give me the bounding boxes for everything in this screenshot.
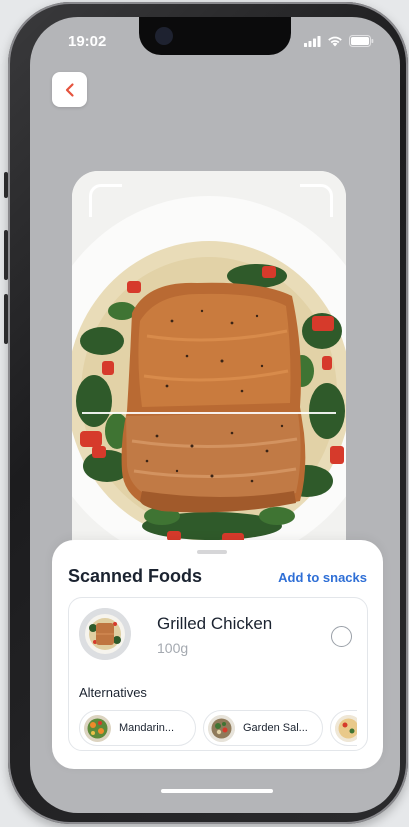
scan-frame-corner-top-left [89, 184, 122, 217]
mandarin-salad-image [84, 714, 111, 742]
screenshot-stage: 19:02 Scanned Foods Add to snacks Grille… [0, 0, 409, 827]
food-thumbnail-image [79, 608, 131, 660]
alternative-food-image [335, 714, 357, 742]
alternative-chip-garden-salad[interactable]: Garden Sal... [203, 710, 323, 746]
back-button[interactable] [52, 72, 87, 107]
scanned-food-card[interactable]: Grilled Chicken 100g Alternatives Mandar… [68, 597, 368, 751]
sheet-title: Scanned Foods [68, 566, 203, 586]
food-photo [72, 171, 346, 571]
alternative-thumbnail [208, 714, 235, 742]
alternative-label: Mandarin... [119, 722, 175, 734]
cellular-signal-icon [304, 35, 321, 47]
alternative-chip-partial[interactable] [330, 710, 357, 746]
alternatives-list: Mandarin... Garden Sal... [79, 710, 357, 748]
mute-switch [4, 172, 8, 198]
food-select-radio[interactable] [331, 626, 352, 647]
alternative-chip-mandarin[interactable]: Mandarin... [79, 710, 196, 746]
salmon-dish-image [72, 171, 346, 571]
alternative-thumbnail [335, 714, 357, 742]
wifi-icon [328, 36, 342, 47]
scan-line [82, 412, 336, 414]
scan-frame-corner-top-right [300, 184, 333, 217]
sheet-drag-handle[interactable] [197, 550, 227, 554]
add-to-snacks-button[interactable]: Add to snacks [278, 570, 367, 585]
alternative-label: Garden Sal... [243, 722, 308, 734]
status-icons [304, 35, 374, 47]
chevron-left-icon [65, 82, 74, 97]
front-camera [155, 27, 173, 45]
alternative-thumbnail [84, 714, 111, 742]
food-name: Grilled Chicken [157, 614, 273, 633]
phone-frame: 19:02 Scanned Foods Add to snacks Grille… [4, 2, 408, 824]
alternatives-label: Alternatives [79, 685, 147, 700]
scanned-foods-sheet: Scanned Foods Add to snacks Grilled Chic… [52, 540, 383, 769]
food-thumbnail [79, 608, 131, 660]
volume-down-button [4, 294, 8, 344]
home-indicator [161, 789, 273, 793]
status-time: 19:02 [68, 33, 107, 50]
volume-up-button [4, 230, 8, 280]
notch [139, 17, 291, 55]
phone-screen: 19:02 Scanned Foods Add to snacks Grille… [30, 17, 400, 813]
garden-salad-image [208, 714, 235, 742]
battery-icon [349, 35, 374, 47]
food-weight: 100g [157, 640, 189, 656]
